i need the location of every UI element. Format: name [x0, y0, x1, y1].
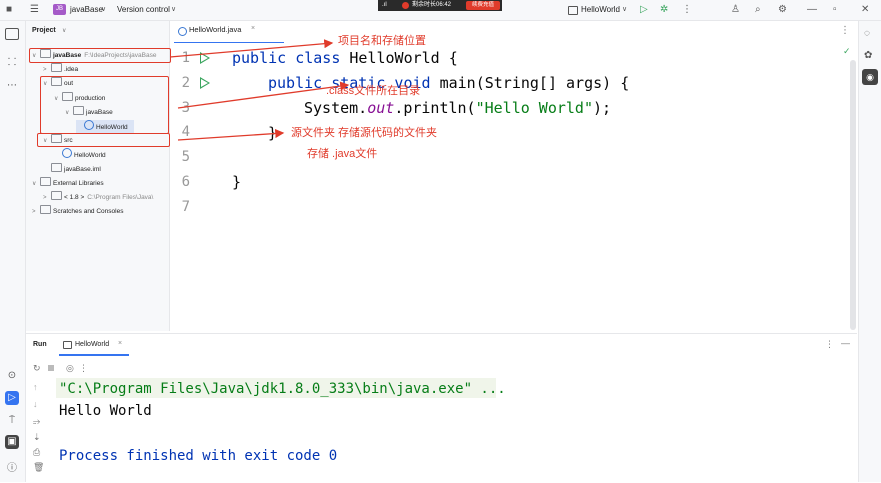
- scroll-to-end-icon[interactable]: ⇣: [33, 432, 41, 443]
- annotation-project-text: 项目名和存储位置: [338, 35, 426, 47]
- run-tab-label: HelloWorld: [75, 341, 110, 348]
- more-options-icon[interactable]: ⋮: [825, 339, 834, 350]
- hide-panel-icon[interactable]: —: [841, 338, 850, 348]
- arrow-project: [169, 39, 334, 58]
- annotation-class-dir-text: .class文件所在目录: [326, 85, 421, 97]
- close-tab-icon[interactable]: ×: [118, 340, 122, 347]
- annotation-src-text: 源文件夹 存储源代码的文件夹: [291, 127, 438, 139]
- arrow-src: [177, 128, 285, 141]
- soft-wrap-icon[interactable]: ⥴: [33, 416, 40, 427]
- trash-icon[interactable]: 🗑: [33, 462, 44, 473]
- run-panel: Run HelloWorld × ⋮ — ↻ ◎ ⋮ ↑ ↓ ⥴ ⇣ ⎙ 🗑 "…: [26, 333, 857, 483]
- scroll-up-icon[interactable]: ↑: [33, 382, 38, 392]
- scroll-down-icon[interactable]: ↓: [33, 399, 38, 409]
- more-actions-icon[interactable]: ⋮: [79, 363, 88, 374]
- run-tab-helloworld[interactable]: HelloWorld ×: [59, 336, 129, 356]
- rerun-icon[interactable]: ↻: [33, 363, 41, 374]
- stop-icon[interactable]: [48, 365, 54, 371]
- run-config-icon: [63, 341, 72, 349]
- console-line-command: "C:\Program Files\Java\jdk1.8.0_333\bin\…: [59, 381, 506, 397]
- console-line-exit: Process finished with exit code 0: [59, 448, 338, 464]
- annotation-src-store-text: 存储 .java文件: [307, 148, 378, 160]
- print-icon[interactable]: ⎙: [33, 447, 40, 458]
- console-line-output: Hello World: [59, 403, 152, 419]
- arrow-class-dir: [177, 81, 350, 109]
- camera-icon[interactable]: ◎: [66, 363, 74, 374]
- run-panel-title: Run: [33, 341, 47, 348]
